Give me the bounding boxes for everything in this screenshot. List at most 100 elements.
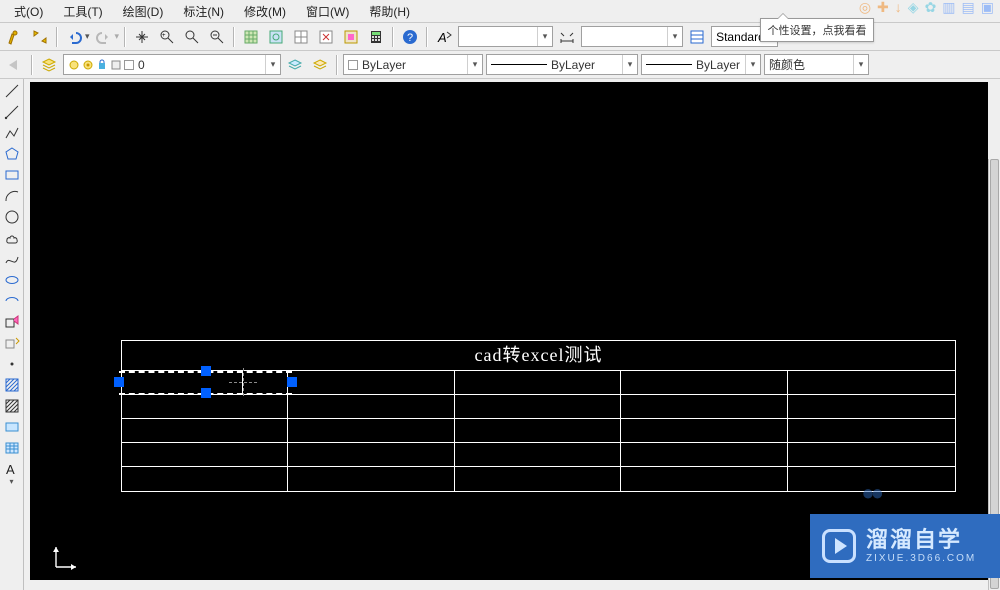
svg-text:A: A <box>437 30 447 45</box>
table-row[interactable] <box>122 419 955 443</box>
spline-button[interactable] <box>1 249 23 269</box>
zoom-realtime[interactable]: + <box>156 26 178 48</box>
menu-help[interactable]: 帮助(H) <box>359 3 420 20</box>
model-space[interactable]: cad转excel测试 <box>30 82 988 580</box>
mtext-button[interactable]: A <box>1 459 23 479</box>
sep <box>392 27 394 47</box>
ellipse-arc-button[interactable] <box>1 291 23 311</box>
help-button[interactable]: ? <box>399 26 421 48</box>
tray-icon-4: ◈ <box>908 0 919 16</box>
zoom-window[interactable] <box>181 26 203 48</box>
grip-end[interactable] <box>287 377 297 387</box>
linetype-sample <box>491 64 547 65</box>
menu-draw[interactable]: 绘图(D) <box>113 3 174 20</box>
point-button[interactable] <box>1 354 23 374</box>
block-button[interactable] <box>1 333 23 353</box>
tool-palette-2[interactable] <box>265 26 287 48</box>
undo-button[interactable] <box>63 26 85 48</box>
tray-icon-2: ✚ <box>877 0 889 16</box>
insert-button[interactable] <box>1 312 23 332</box>
cad-table[interactable]: cad转excel测试 <box>121 340 956 492</box>
calculator-button[interactable] <box>365 26 387 48</box>
grip-mid2[interactable] <box>201 388 211 398</box>
redo-dd[interactable]: ▾ <box>115 31 120 42</box>
tool-palette-5[interactable] <box>340 26 362 48</box>
match-prop-button[interactable] <box>4 26 26 48</box>
tray-icon-1: ◎ <box>859 0 871 16</box>
tool-palette-1[interactable] <box>240 26 262 48</box>
layer-iso-button[interactable] <box>309 54 331 76</box>
zoom-extent-dd[interactable] <box>29 26 51 48</box>
tray-icon-3: ↓ <box>895 0 902 15</box>
color-value: ByLayer <box>362 58 406 72</box>
tool-palette-4[interactable] <box>315 26 337 48</box>
layer-color-swatch <box>124 60 134 70</box>
svg-text:?: ? <box>407 32 413 44</box>
region-button[interactable] <box>1 417 23 437</box>
menu-window[interactable]: 窗口(W) <box>296 3 359 20</box>
pan-button[interactable] <box>131 26 153 48</box>
dim-style-combo[interactable]: ▾ <box>581 26 683 47</box>
svg-text:A: A <box>6 462 15 477</box>
grip-start[interactable] <box>114 377 124 387</box>
mtext-dd[interactable]: ▾ <box>9 477 13 486</box>
sep <box>426 27 428 47</box>
color-combo[interactable]: ByLayer ▾ <box>343 54 483 75</box>
undo-dd[interactable]: ▾ <box>85 31 90 42</box>
table-title: cad转excel测试 <box>122 341 955 371</box>
line-button[interactable] <box>1 81 23 101</box>
polygon-button[interactable] <box>1 144 23 164</box>
hatch-button[interactable] <box>1 375 23 395</box>
sep <box>336 55 338 75</box>
plotstyle-combo[interactable]: 随颜色 ▾ <box>764 54 869 75</box>
toolbar-properties: 0 ▾ ByLayer ▾ ByLayer ▾ ByLayer ▾ 随颜色 ▾ <box>0 51 1000 79</box>
menu-modify[interactable]: 修改(M) <box>234 3 296 20</box>
sep <box>124 27 126 47</box>
circle-button[interactable] <box>1 207 23 227</box>
table-button[interactable] <box>1 438 23 458</box>
table-row[interactable] <box>122 443 955 467</box>
plotstyle-value: 随颜色 <box>769 56 805 73</box>
layer-states-button[interactable] <box>284 54 306 76</box>
zoom-prev[interactable] <box>206 26 228 48</box>
ray-button[interactable] <box>1 102 23 122</box>
ellipse-button[interactable] <box>1 270 23 290</box>
arc-button[interactable] <box>1 186 23 206</box>
layer-manager-button[interactable] <box>38 54 60 76</box>
pline-button[interactable] <box>1 123 23 143</box>
layer-state-icons <box>68 59 134 71</box>
tool-palette-3[interactable] <box>290 26 312 48</box>
tray-icon-7: ▤ <box>962 0 975 16</box>
menu-tools[interactable]: 工具(T) <box>53 3 112 20</box>
lineweight-value: ByLayer <box>696 58 740 72</box>
layer-prev-button[interactable] <box>4 54 26 76</box>
settings-hint-balloon[interactable]: 个性设置，点我看看 <box>760 18 874 42</box>
linetype-value: ByLayer <box>551 58 595 72</box>
table-row[interactable] <box>122 395 955 419</box>
revcloud-button[interactable] <box>1 228 23 248</box>
watermark-decoration: ●● <box>861 480 880 506</box>
table-row[interactable] <box>122 467 955 491</box>
crosshair <box>243 368 244 396</box>
menu-dimension[interactable]: 标注(N) <box>173 3 234 20</box>
grip-mid[interactable] <box>201 366 211 376</box>
ucs-icon <box>52 541 82 576</box>
text-style-combo[interactable]: ▾ <box>458 26 553 47</box>
lineweight-sample <box>646 64 692 65</box>
draw-toolbar: A ▾ <box>0 79 24 590</box>
gradient-button[interactable] <box>1 396 23 416</box>
text-style-A-button[interactable]: A <box>433 26 455 48</box>
lineweight-combo[interactable]: ByLayer ▾ <box>641 54 761 75</box>
rect-button[interactable] <box>1 165 23 185</box>
redo-button[interactable] <box>93 26 115 48</box>
dim-style-button[interactable] <box>556 26 578 48</box>
linetype-combo[interactable]: ByLayer ▾ <box>486 54 638 75</box>
sep <box>56 27 58 47</box>
layer-combo[interactable]: 0 ▾ <box>63 54 281 75</box>
table-row[interactable] <box>122 371 955 395</box>
table-style-button[interactable] <box>686 26 708 48</box>
title-tray-icons: ◎ ✚ ↓ ◈ ✿ ▥ ▤ ▣ <box>859 0 994 14</box>
tray-icon-5: ✿ <box>925 0 937 16</box>
menu-format[interactable]: 式(O) <box>4 3 53 20</box>
tray-icon-6: ▥ <box>942 0 955 16</box>
